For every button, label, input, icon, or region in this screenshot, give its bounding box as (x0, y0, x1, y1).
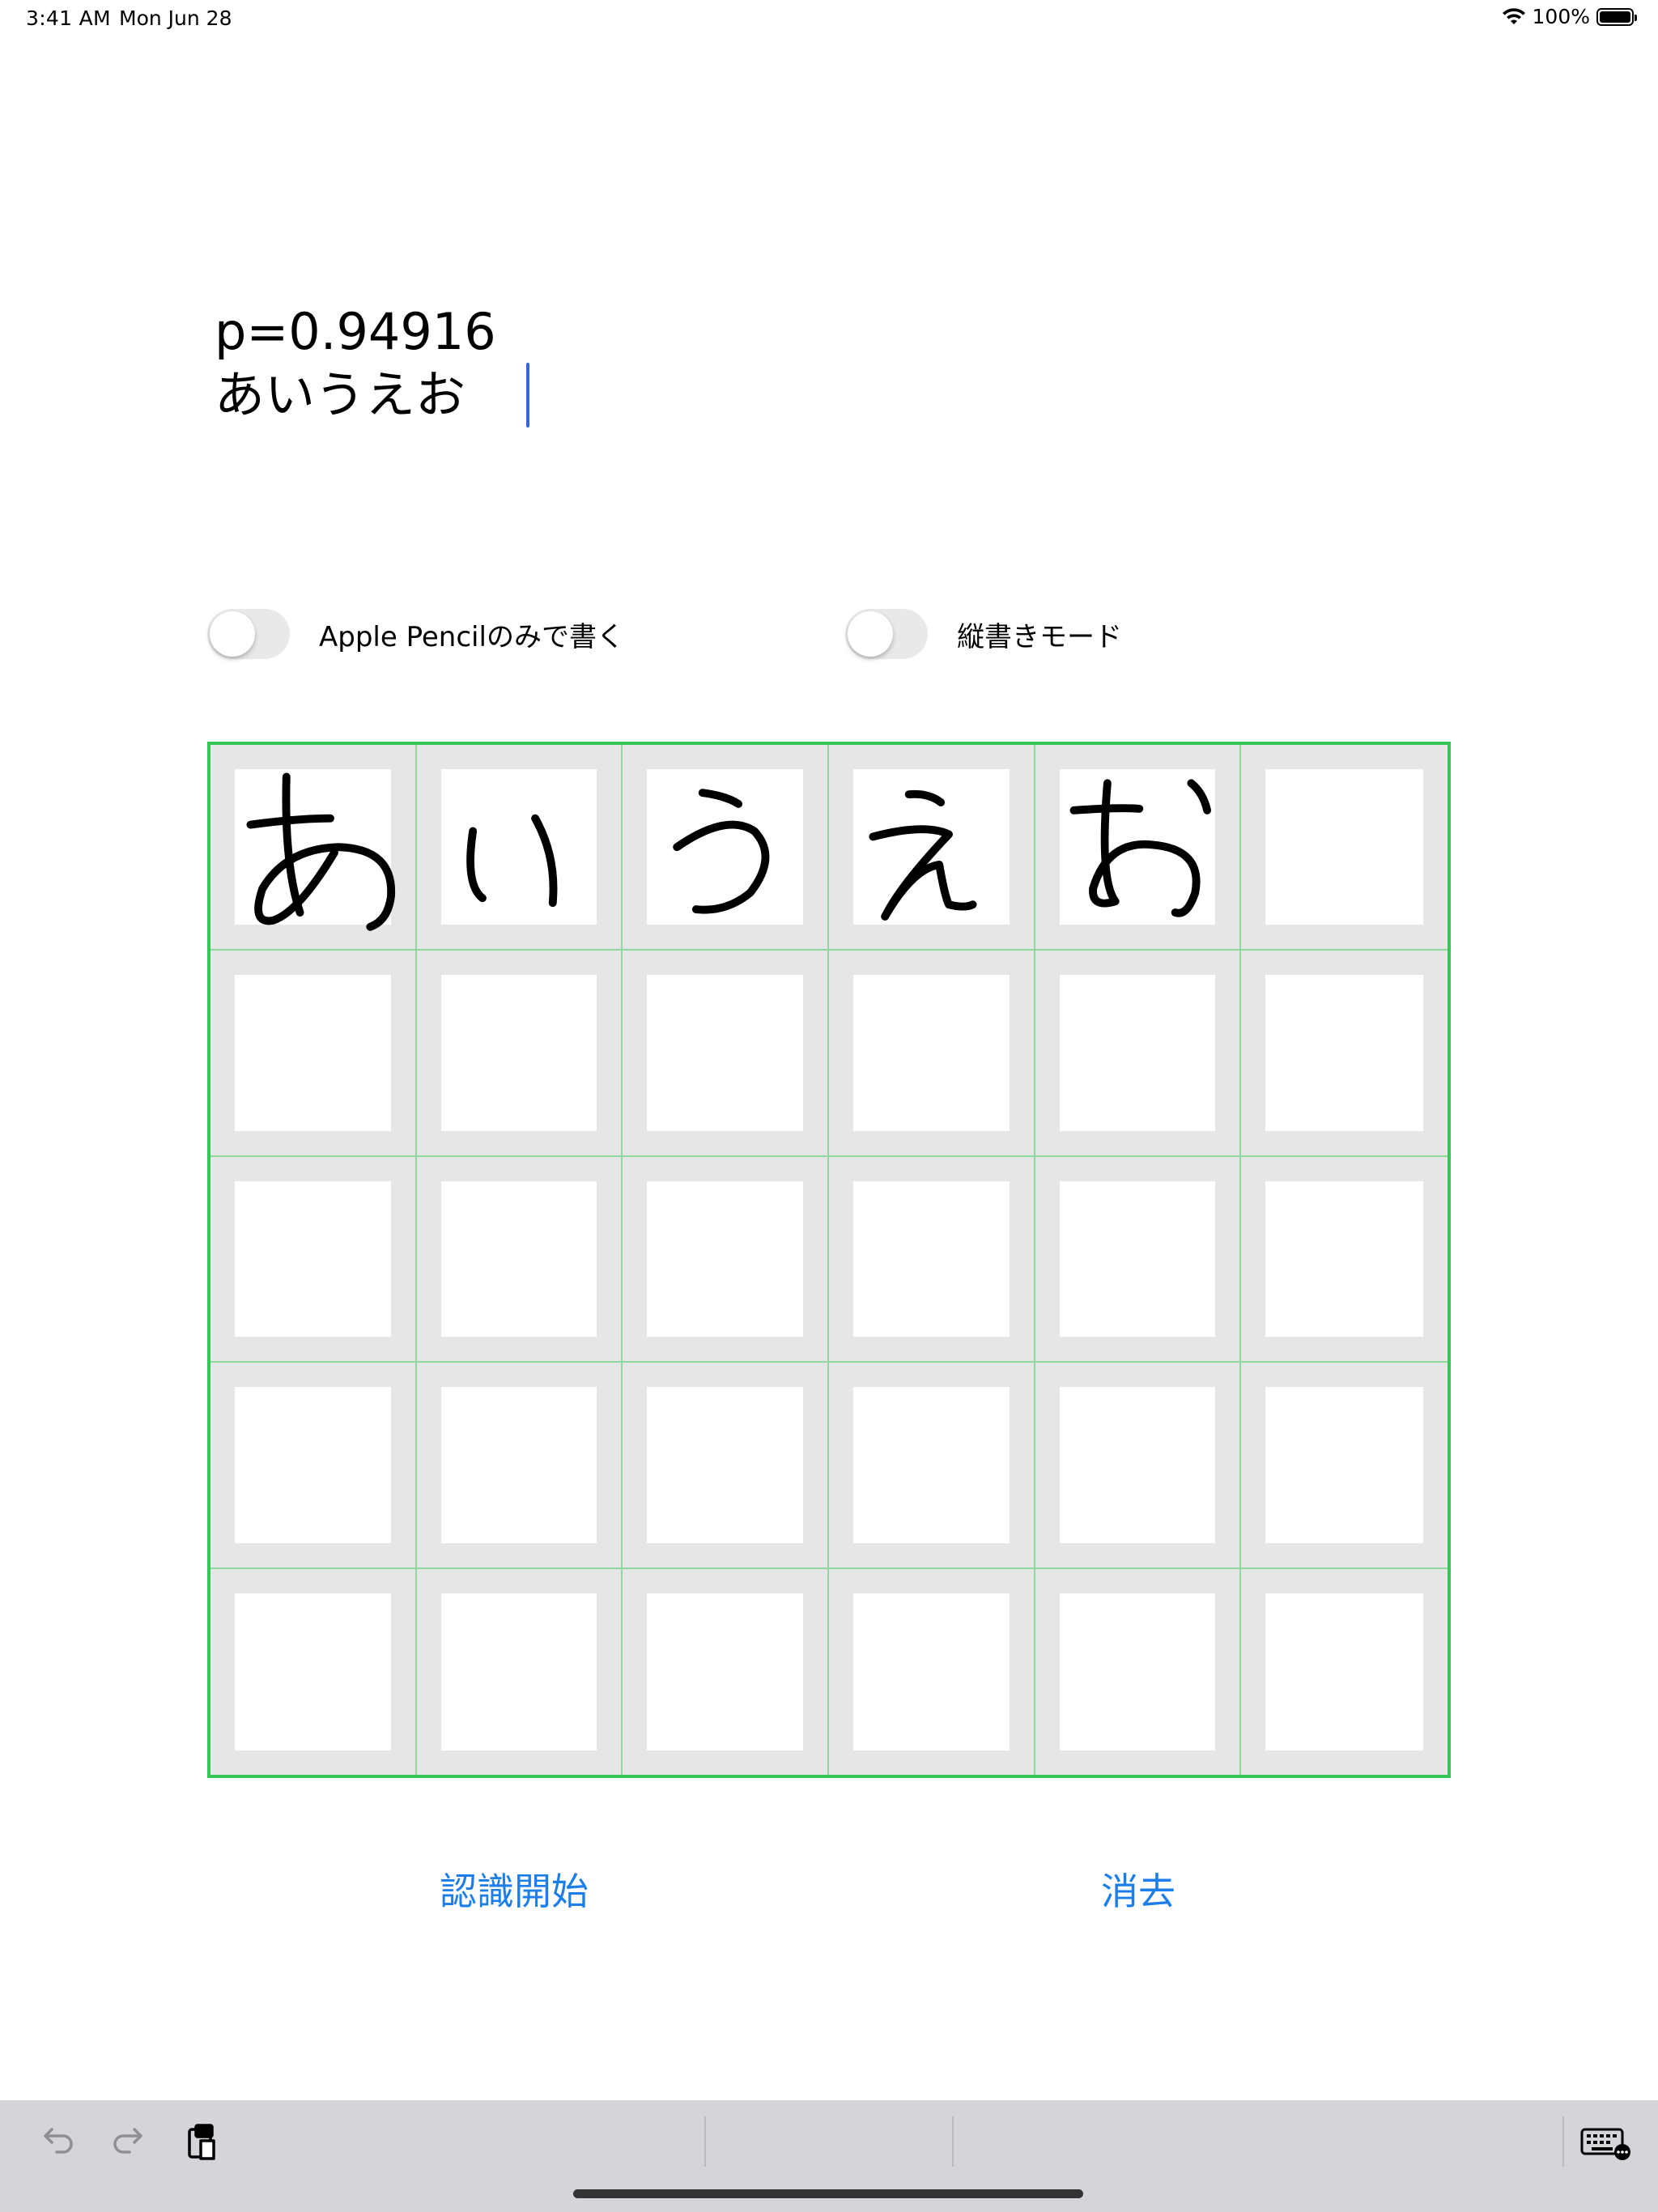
grid-cell[interactable] (1035, 1363, 1242, 1569)
handwritten-e-stroke (869, 789, 977, 921)
status-bar: 3:41 AM Mon Jun 28 100% (0, 0, 1658, 39)
wifi-icon (1502, 7, 1525, 24)
grid-cell[interactable] (623, 745, 829, 951)
status-time: 3:41 AM (26, 6, 111, 30)
grid-cell[interactable] (210, 1156, 417, 1363)
grid-cell[interactable] (1241, 1568, 1448, 1775)
grid-cell[interactable] (210, 951, 417, 1157)
grid-cell[interactable] (1241, 1156, 1448, 1363)
probability-text: p=0.94916 (215, 302, 496, 361)
grid-cell[interactable] (829, 1363, 1035, 1569)
paste-icon[interactable] (180, 2120, 225, 2165)
text-caret (526, 363, 529, 428)
vertical-mode-label: 縦書きモード (957, 620, 1122, 653)
grid-cell[interactable] (1241, 1363, 1448, 1569)
grid-cell[interactable] (829, 951, 1035, 1157)
grid-cell[interactable] (416, 1156, 623, 1363)
recognized-text: あいうえお (215, 365, 466, 424)
grid-cell[interactable] (210, 1568, 417, 1775)
grid-cell[interactable] (1035, 745, 1242, 951)
pencil-only-toggle[interactable] (207, 609, 290, 659)
grid-cell[interactable] (623, 951, 829, 1157)
pencil-only-label: Apple Pencilのみで書く (319, 620, 624, 653)
toolbar-divider (704, 2116, 706, 2167)
grid-cell[interactable] (1035, 951, 1242, 1157)
toolbar-divider (1562, 2116, 1564, 2167)
redo-icon[interactable] (107, 2120, 152, 2165)
handwritten-o-stroke (1069, 779, 1211, 917)
undo-icon[interactable] (34, 2120, 79, 2165)
battery-percentage: 100% (1532, 5, 1590, 28)
grid-cell[interactable] (1241, 745, 1448, 951)
vertical-mode-toggle[interactable] (845, 609, 928, 659)
grid-cell[interactable] (416, 745, 623, 951)
grid-cell[interactable] (623, 1156, 829, 1363)
grid-cell[interactable] (829, 1156, 1035, 1363)
grid-cell[interactable] (623, 1568, 829, 1775)
grid-cell[interactable] (829, 1568, 1035, 1775)
handwritten-a-stroke (246, 772, 395, 931)
grid-cell[interactable] (623, 1363, 829, 1569)
grid-cell[interactable] (210, 745, 417, 951)
toolbar-divider (952, 2116, 954, 2167)
grid-cell[interactable] (416, 951, 623, 1157)
vertical-mode-row: 縦書きモード (845, 609, 1122, 659)
home-indicator (573, 2189, 1083, 2198)
grid-cell[interactable] (416, 1363, 623, 1569)
handwritten-u-stroke (673, 789, 770, 914)
grid-cell[interactable] (829, 745, 1035, 951)
grid-cell[interactable] (416, 1568, 623, 1775)
handwritten-i-stroke (466, 814, 558, 908)
recognize-button[interactable]: 認識開始 (440, 1862, 589, 1916)
pencil-only-row: Apple Pencilのみで書く (207, 609, 624, 659)
writing-grid[interactable] (207, 742, 1451, 1778)
battery-icon (1596, 7, 1637, 26)
erase-button[interactable]: 消去 (1101, 1862, 1175, 1916)
grid-cell[interactable] (1241, 951, 1448, 1157)
result-text-area[interactable]: p=0.94916 あいうえお (215, 300, 1429, 429)
grid-cell[interactable] (210, 1363, 417, 1569)
grid-cell[interactable] (1035, 1568, 1242, 1775)
keyboard-icon[interactable] (1579, 2120, 1632, 2165)
status-right: 100% (1502, 5, 1637, 28)
grid-cell[interactable] (1035, 1156, 1242, 1363)
status-date: Mon Jun 28 (119, 6, 232, 30)
